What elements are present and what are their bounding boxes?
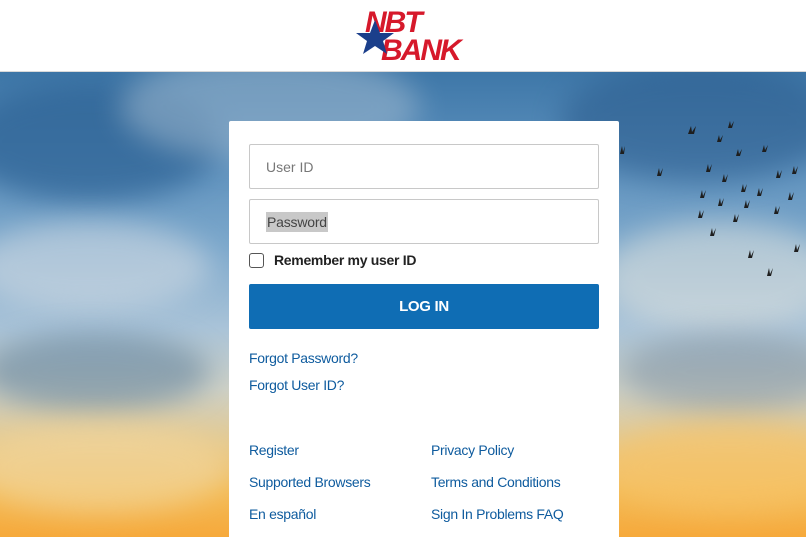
login-button[interactable]: LOG IN: [249, 284, 599, 329]
header: NBT BANK: [0, 0, 806, 72]
nbt-bank-logo[interactable]: NBT BANK: [353, 6, 493, 64]
password-field[interactable]: Password: [249, 199, 599, 244]
login-card: Password Remember my user ID LOG IN Forg…: [229, 121, 619, 537]
forgot-password-link[interactable]: Forgot Password?: [249, 350, 358, 366]
terms-link[interactable]: Terms and Conditions: [431, 474, 561, 490]
espanol-link[interactable]: En español: [249, 506, 316, 522]
password-input[interactable]: [250, 200, 598, 243]
remember-user-id[interactable]: Remember my user ID: [249, 251, 416, 269]
remember-checkbox[interactable]: [249, 252, 264, 268]
register-link[interactable]: Register: [249, 442, 299, 458]
logo-text-bottom: BANK: [381, 34, 464, 64]
forgot-user-id-link[interactable]: Forgot User ID?: [249, 377, 344, 393]
remember-label[interactable]: Remember my user ID: [274, 252, 416, 268]
user-id-field[interactable]: [249, 144, 599, 189]
privacy-policy-link[interactable]: Privacy Policy: [431, 442, 514, 458]
sign-in-faq-link[interactable]: Sign In Problems FAQ: [431, 506, 564, 522]
supported-browsers-link[interactable]: Supported Browsers: [249, 474, 371, 490]
user-id-input[interactable]: [250, 145, 598, 188]
